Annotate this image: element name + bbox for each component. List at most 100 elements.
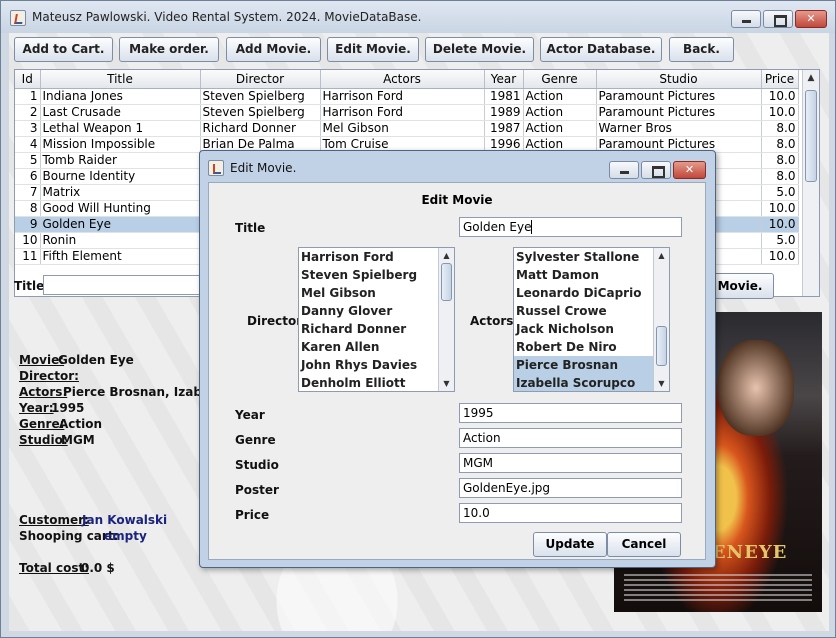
movie-button[interactable]: Movie. <box>706 273 774 299</box>
price-input[interactable]: 10.0 <box>459 503 682 523</box>
scroll-down-icon[interactable]: ▼ <box>654 376 669 391</box>
dialog-close-button[interactable]: ✕ <box>673 161 706 179</box>
director-list[interactable]: Harrison Ford Steven Spielberg Mel Gibson D… <box>298 247 455 392</box>
table-cell: Action <box>523 88 597 105</box>
cancel-button[interactable]: Cancel <box>607 532 681 557</box>
table-row[interactable]: 2 Last Crusade Steven Spielberg Harrison Fo… <box>15 104 799 121</box>
dialog-maximize-button[interactable] <box>641 161 671 179</box>
window-title: Mateusz Pawlowski. Video Rental System. … <box>32 10 422 24</box>
scroll-thumb[interactable] <box>656 326 667 366</box>
table-cell: 8 <box>15 200 41 217</box>
actor-list-item[interactable]: Pierce Brosnan <box>514 356 669 374</box>
director-list-item[interactable]: Danny Glover <box>299 302 454 320</box>
search-title-label: Title <box>14 279 45 293</box>
scroll-up-icon[interactable]: ▲ <box>654 248 669 263</box>
column-header[interactable]: Price <box>761 70 799 89</box>
table-cell: Indiana Jones <box>40 88 201 105</box>
table-cell: Lethal Weapon 1 <box>40 120 201 137</box>
actor-database-button[interactable]: Actor Database. <box>540 37 662 62</box>
table-cell: Richard Donner <box>200 120 321 137</box>
actor-list-item[interactable]: Leonardo DiCaprio <box>514 284 669 302</box>
scroll-down-icon[interactable]: ▼ <box>439 376 454 391</box>
close-button[interactable]: ✕ <box>795 10 827 28</box>
column-header[interactable]: Year <box>484 70 524 89</box>
actors-list-scrollbar[interactable]: ▲ ▼ <box>653 248 669 391</box>
close-icon: ✕ <box>684 163 695 176</box>
table-cell: Golden Eye <box>40 216 201 233</box>
year-value: 1995 <box>51 401 85 415</box>
table-cell: Paramount Pictures <box>596 104 762 121</box>
table-cell: 8.0 <box>761 152 799 169</box>
studio-input[interactable]: MGM <box>459 453 682 473</box>
table-cell: Bourne Identity <box>40 168 201 185</box>
edit-movie-dialog: Edit Movie. ✕ Edit Movie Title Golden Ey… <box>199 150 716 568</box>
actor-list-item[interactable]: Jack Nicholson <box>514 320 669 338</box>
update-button[interactable]: Update <box>533 532 607 557</box>
director-list-item[interactable]: Karen Allen <box>299 338 454 356</box>
table-header: Id Title Director Actors Year Genre Stud… <box>15 70 799 89</box>
poster-input[interactable]: GoldenEye.jpg <box>459 478 682 498</box>
title-input[interactable]: Golden Eye <box>459 217 682 237</box>
scroll-up-icon[interactable]: ▲ <box>803 70 819 86</box>
table-cell: Action <box>523 104 597 121</box>
director-list-item[interactable]: Steven Spielberg <box>299 266 454 284</box>
table-row[interactable]: 1 Indiana Jones Steven Spielberg Harrison F… <box>15 88 799 105</box>
close-icon: ✕ <box>806 12 816 25</box>
scroll-up-icon[interactable]: ▲ <box>439 248 454 263</box>
column-header[interactable]: Genre <box>523 70 597 89</box>
back-button[interactable]: Back. <box>669 37 734 62</box>
director-list-item[interactable]: John Rhys Davies <box>299 356 454 374</box>
table-cell: Mission Impossible <box>40 136 201 153</box>
column-header[interactable]: Actors <box>320 70 485 89</box>
scroll-thumb[interactable] <box>441 263 452 301</box>
table-cell: 1981 <box>484 88 524 105</box>
total-cost-label: Total cost: <box>19 561 89 575</box>
table-cell: 9 <box>15 216 41 233</box>
column-header[interactable]: Director <box>200 70 321 89</box>
scroll-thumb[interactable] <box>805 90 817 182</box>
director-list-item[interactable]: Harrison Ford <box>299 248 454 266</box>
table-cell: 5.0 <box>761 232 799 249</box>
actor-list-item[interactable]: Izabella Scorupco <box>514 374 669 391</box>
poster-figure-right <box>718 340 794 436</box>
table-cell: 1 <box>15 88 41 105</box>
table-cell: Matrix <box>40 184 201 201</box>
title-label: Title <box>235 221 266 235</box>
search-title-input[interactable] <box>43 275 209 295</box>
column-header[interactable]: Id <box>15 70 41 89</box>
table-cell: Fifth Element <box>40 248 201 265</box>
dialog-body: Edit Movie Title Golden Eye Director Har… <box>208 182 706 560</box>
table-cell: Last Crusade <box>40 104 201 121</box>
minimize-button[interactable] <box>731 10 761 28</box>
actor-list-item[interactable]: Sylvester Stallone <box>514 248 669 266</box>
table-cell: Harrison Ford <box>320 104 485 121</box>
table-scrollbar[interactable]: ▲ <box>802 70 819 296</box>
column-header[interactable]: Studio <box>596 70 762 89</box>
dialog-minimize-button[interactable] <box>609 161 639 179</box>
table-cell: 5 <box>15 152 41 169</box>
add-movie-button[interactable]: Add Movie. <box>226 37 321 62</box>
add-to-cart-button[interactable]: Add to Cart. <box>14 37 113 62</box>
actor-list-item[interactable]: Matt Damon <box>514 266 669 284</box>
poster-credits <box>624 574 812 604</box>
director-list-item[interactable]: Mel Gibson <box>299 284 454 302</box>
director-list-item[interactable]: Denholm Elliott <box>299 374 454 391</box>
actor-list-item[interactable]: Robert De Niro <box>514 338 669 356</box>
table-row[interactable]: 3 Lethal Weapon 1 Richard Donner Mel Gibson… <box>15 120 799 137</box>
actors-list[interactable]: Sylvester Stallone Matt Damon Leonardo DiC… <box>513 247 670 392</box>
table-cell: 4 <box>15 136 41 153</box>
column-header[interactable]: Title <box>40 70 201 89</box>
edit-movie-button[interactable]: Edit Movie. <box>327 37 419 62</box>
director-list-scrollbar[interactable]: ▲ ▼ <box>438 248 454 391</box>
director-list-item[interactable]: Richard Donner <box>299 320 454 338</box>
genre-input[interactable]: Action <box>459 428 682 448</box>
maximize-button[interactable] <box>763 10 793 28</box>
table-cell: Harrison Ford <box>320 88 485 105</box>
table-cell: 10.0 <box>761 200 799 217</box>
actor-list-item[interactable]: Russel Crowe <box>514 302 669 320</box>
make-order-button[interactable]: Make order. <box>119 37 219 62</box>
year-input[interactable]: 1995 <box>459 403 682 423</box>
table-cell: 6 <box>15 168 41 185</box>
delete-movie-button[interactable]: Delete Movie. <box>425 37 534 62</box>
table-cell: 5.0 <box>761 184 799 201</box>
